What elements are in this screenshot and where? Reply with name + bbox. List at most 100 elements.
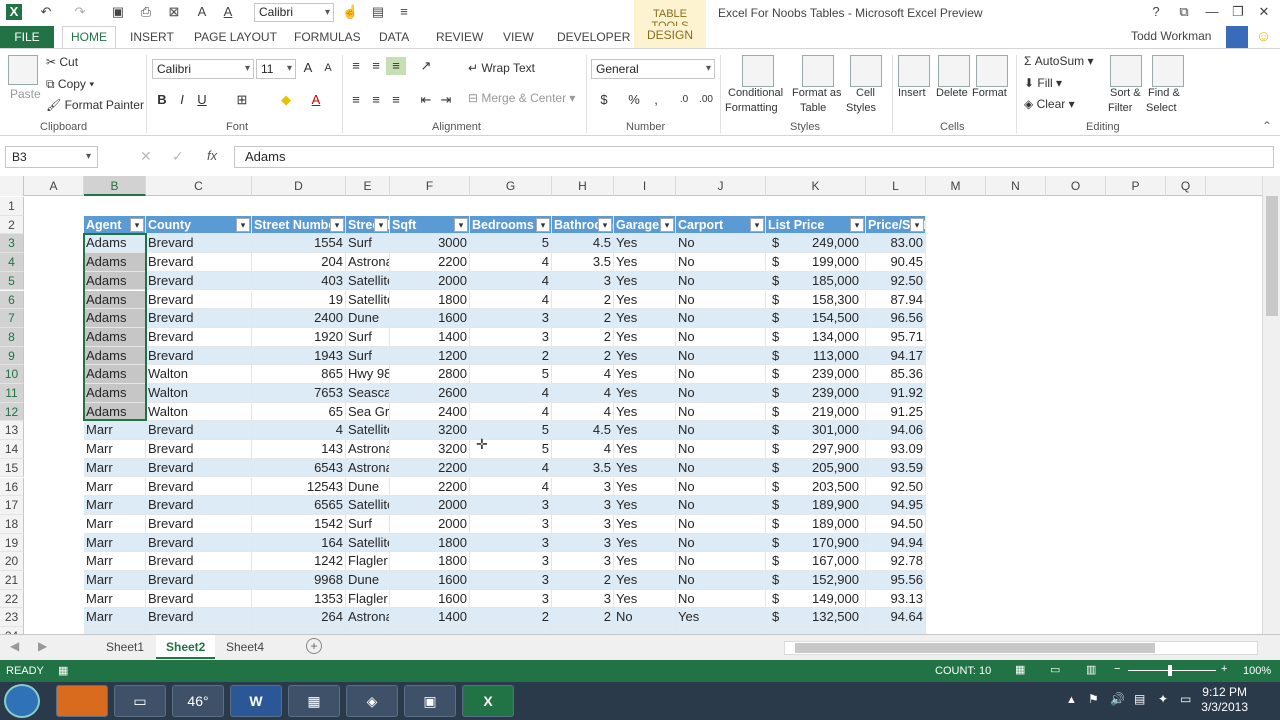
table-cell[interactable]: $152,900 — [766, 571, 866, 590]
table-cell[interactable]: 3 — [552, 552, 614, 571]
borders-icon[interactable]: ⊞ — [232, 91, 252, 109]
table-cell[interactable]: Marr — [84, 458, 146, 478]
table-cell[interactable]: 91.92 — [866, 384, 926, 403]
column-header[interactable]: Q — [1166, 176, 1206, 196]
align-left-icon[interactable]: ≡ — [346, 91, 366, 109]
table-cell[interactable]: Marr — [84, 440, 146, 459]
macro-record-icon[interactable]: ▦ — [58, 664, 68, 677]
table-cell[interactable]: Marr — [84, 514, 146, 534]
horizontal-scroll-thumb[interactable] — [795, 643, 1155, 653]
table-cell[interactable]: Brevard — [146, 496, 252, 515]
table-cell[interactable]: 2200 — [390, 253, 470, 272]
table-cell[interactable]: 3 — [470, 571, 552, 590]
table-cell[interactable]: 2 — [552, 608, 614, 628]
align-center-icon[interactable]: ≡ — [366, 91, 386, 109]
table-cell[interactable]: Brevard — [146, 552, 252, 571]
row-header[interactable]: 13 — [0, 421, 24, 441]
row-header[interactable]: 16 — [0, 477, 24, 497]
table-cell[interactable]: 93.09 — [866, 440, 926, 459]
underline-button[interactable]: U — [192, 91, 212, 109]
table-cell[interactable] — [766, 627, 866, 634]
table-cell[interactable]: Dune — [346, 309, 390, 328]
font-name-combo[interactable]: Calibri — [152, 59, 254, 79]
row-header[interactable]: 19 — [0, 533, 24, 553]
table-cell[interactable] — [252, 627, 346, 634]
tab-home[interactable]: HOME — [62, 26, 116, 49]
cell-styles-line2[interactable]: Styles — [846, 102, 876, 114]
prev-sheet-icon[interactable]: ◀ — [10, 639, 19, 653]
row-header[interactable]: 15 — [0, 458, 24, 478]
table-cell[interactable]: Astronaut — [346, 608, 390, 628]
qat-font-combo[interactable]: Calibri — [254, 3, 334, 22]
table-cell[interactable]: No — [614, 608, 676, 628]
table-cell[interactable]: Adams — [84, 327, 146, 347]
table-cell[interactable]: 92.50 — [866, 271, 926, 291]
table-cell[interactable]: 164 — [252, 533, 346, 553]
tab-design[interactable]: DESIGN — [634, 26, 706, 48]
insert-cells-button[interactable]: Insert — [898, 87, 926, 99]
row-header[interactable]: 7 — [0, 309, 24, 328]
table-cell[interactable]: Marr — [84, 533, 146, 553]
align-top-icon[interactable]: ≡ — [346, 57, 366, 75]
table-cell[interactable]: Astronaut — [346, 458, 390, 478]
table-cell[interactable]: $239,000 — [766, 384, 866, 403]
table-cell[interactable]: Yes — [614, 421, 676, 441]
tab-review[interactable]: REVIEW — [436, 29, 483, 48]
firefox-icon[interactable] — [56, 685, 108, 717]
table-cell[interactable]: 1542 — [252, 514, 346, 534]
table-cell[interactable]: Marr — [84, 552, 146, 571]
delete-cells-icon[interactable] — [938, 55, 970, 87]
table-cell[interactable]: $189,900 — [766, 496, 866, 515]
collapse-ribbon-icon[interactable]: ⌃ — [1262, 119, 1272, 133]
table-cell[interactable]: Adams — [84, 290, 146, 310]
table-cell[interactable]: No — [676, 440, 766, 459]
table-cell[interactable]: Brevard — [146, 514, 252, 534]
network-icon[interactable]: ▤ — [1134, 692, 1145, 706]
format-as-table-line1[interactable]: Format as — [792, 87, 842, 99]
table-cell[interactable]: Marr — [84, 421, 146, 441]
table-cell[interactable]: 92.50 — [866, 477, 926, 497]
table-cell[interactable]: Astronaut — [346, 253, 390, 272]
table-header-cell[interactable]: Street Number ▾ — [252, 215, 346, 235]
table-cell[interactable]: Marr — [84, 477, 146, 497]
table-cell[interactable]: 2000 — [390, 271, 470, 291]
table-cell[interactable]: 1600 — [390, 589, 470, 609]
table-cell[interactable]: Satellite — [346, 271, 390, 291]
font-color-icon[interactable]: A — [220, 4, 236, 20]
clear-format-icon[interactable]: ⊠ — [166, 4, 182, 20]
table-cell[interactable]: Yes — [676, 608, 766, 628]
table-cell[interactable]: $203,500 — [766, 477, 866, 497]
row-header[interactable]: 20 — [0, 552, 24, 571]
table-cell[interactable]: 9968 — [252, 571, 346, 590]
table-cell[interactable]: 91.25 — [866, 402, 926, 422]
table-header-cell[interactable]: Bathrooms ▾ — [552, 215, 614, 235]
conditional-formatting-line1[interactable]: Conditional — [728, 87, 783, 99]
worksheet-grid[interactable]: ABCDEFGHIJKLMNOPQ 1 2 Agent ▾ County ▾ Street … — [0, 176, 1262, 634]
table-cell[interactable]: Adams — [84, 365, 146, 384]
table-cell[interactable]: Brevard — [146, 571, 252, 590]
table-cell[interactable]: No — [676, 589, 766, 609]
filter-dropdown-icon[interactable]: ▾ — [130, 217, 144, 232]
table-cell[interactable]: 85.36 — [866, 365, 926, 384]
column-header[interactable]: H — [552, 176, 614, 196]
table-cell[interactable] — [146, 627, 252, 634]
media-app-icon[interactable]: ◈ — [346, 685, 398, 717]
table-cell[interactable]: 4.5 — [552, 421, 614, 441]
format-as-table-line2[interactable]: Table — [800, 102, 826, 114]
table-cell[interactable]: 3.5 — [552, 458, 614, 478]
tray-flag-icon[interactable]: ⚑ — [1088, 692, 1099, 706]
table-cell[interactable]: 1554 — [252, 234, 346, 254]
table-cell[interactable]: Brevard — [146, 458, 252, 478]
table-cell[interactable]: 2400 — [252, 309, 346, 328]
table-cell[interactable]: 2000 — [390, 514, 470, 534]
table-cell[interactable]: 1800 — [390, 290, 470, 310]
table-cell[interactable]: Flagler — [346, 552, 390, 571]
table-cell[interactable]: 2600 — [390, 384, 470, 403]
table-cell[interactable]: 3000 — [390, 234, 470, 254]
table-cell[interactable]: 4 — [252, 421, 346, 441]
font-color-icon[interactable]: A — [306, 91, 326, 109]
find-select-icon[interactable] — [1152, 55, 1184, 87]
fill-button[interactable]: ⬇ Fill ▾ — [1024, 76, 1062, 90]
table-cell[interactable]: 1400 — [390, 608, 470, 628]
table-cell[interactable]: 5 — [470, 234, 552, 254]
